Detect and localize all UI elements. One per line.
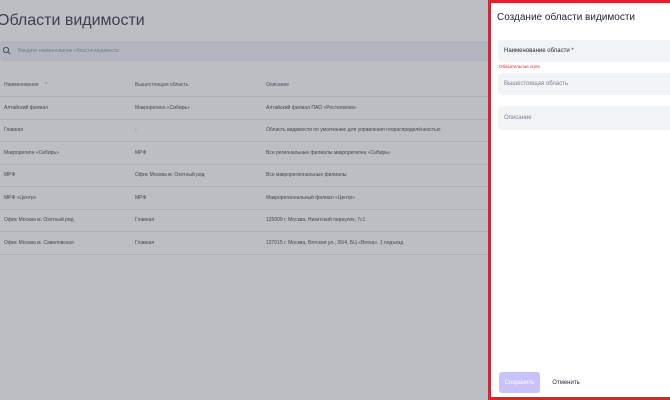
- save-button[interactable]: Сохранить: [499, 372, 540, 393]
- description-placeholder: Описание: [504, 115, 532, 121]
- parent-scope-placeholder: Вышестоящая область: [504, 81, 569, 87]
- description-field[interactable]: Описание: [498, 106, 670, 130]
- drawer-title: Создание области видимости: [497, 12, 635, 23]
- modal-backdrop[interactable]: [0, 0, 488, 400]
- required-field-error: Обязательное поле: [499, 64, 540, 69]
- app-root: Области видимости Наименование ⌃ Вышесто…: [0, 0, 670, 400]
- scope-name-field[interactable]: Наименование области *: [498, 40, 670, 62]
- cancel-button[interactable]: Отменить: [547, 372, 585, 393]
- create-scope-drawer: Создание области видимости Наименование …: [488, 0, 670, 400]
- parent-scope-select[interactable]: Вышестоящая область: [498, 73, 670, 95]
- scope-name-label: Наименование области *: [504, 48, 574, 54]
